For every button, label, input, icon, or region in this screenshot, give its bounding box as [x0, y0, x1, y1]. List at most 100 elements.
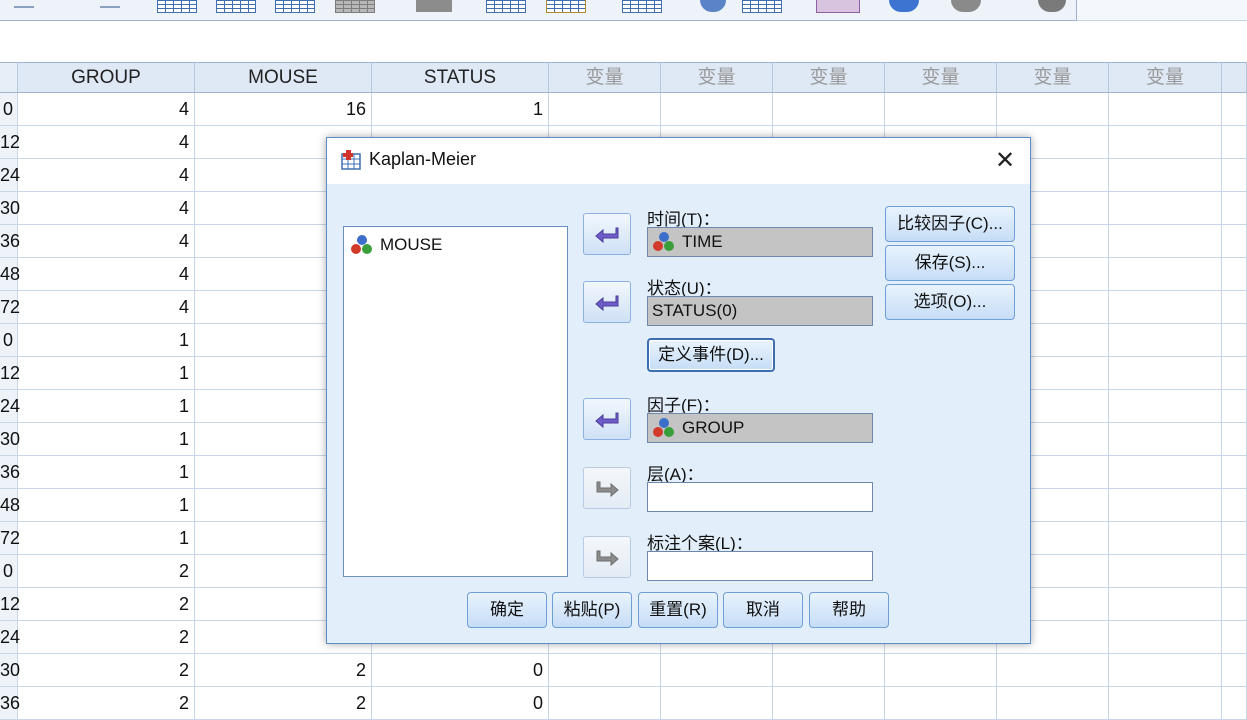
column-header-group[interactable]: GROUP	[18, 62, 195, 93]
row-number-cell[interactable]: 72	[0, 291, 20, 324]
define-event-button[interactable]: 定义事件(D)...	[647, 338, 775, 372]
status-cell[interactable]: 1	[372, 93, 549, 126]
row-number-cell[interactable]: 0	[0, 555, 18, 588]
empty-cell[interactable]	[1109, 555, 1222, 588]
ok-button[interactable]: 确定	[467, 592, 547, 628]
help-button[interactable]: 帮助	[809, 592, 889, 628]
move-to-time-button[interactable]	[583, 213, 631, 255]
empty-cell[interactable]	[1109, 126, 1222, 159]
empty-cell[interactable]	[1222, 225, 1247, 258]
empty-cell[interactable]	[661, 687, 773, 720]
empty-cell[interactable]	[1109, 159, 1222, 192]
factor-field[interactable]: GROUP	[647, 413, 873, 443]
group-cell[interactable]: 4	[18, 258, 195, 291]
weight-cases-icon[interactable]	[416, 0, 452, 12]
select-cases-icon[interactable]	[486, 0, 526, 13]
status-field[interactable]: STATUS(0)	[647, 296, 873, 326]
group-cell[interactable]: 1	[18, 489, 195, 522]
compare-factor-button[interactable]: 比较因子(C)...	[885, 206, 1015, 242]
empty-cell[interactable]	[1222, 159, 1247, 192]
empty-cell[interactable]	[1222, 423, 1247, 456]
empty-cell[interactable]	[661, 654, 773, 687]
empty-cell[interactable]	[1222, 588, 1247, 621]
empty-cell[interactable]	[997, 93, 1109, 126]
paste-button[interactable]: 粘贴(P)	[552, 592, 632, 628]
group-cell[interactable]: 1	[18, 357, 195, 390]
variables-icon[interactable]	[742, 0, 782, 13]
empty-cell[interactable]	[1109, 225, 1222, 258]
column-header-mouse[interactable]: MOUSE	[195, 62, 372, 93]
move-to-status-button[interactable]	[583, 281, 631, 323]
empty-cell[interactable]	[1222, 258, 1247, 291]
empty-cell[interactable]	[1222, 555, 1247, 588]
empty-cell[interactable]	[1222, 324, 1247, 357]
empty-cell[interactable]	[1222, 522, 1247, 555]
row-number-cell[interactable]: 72	[0, 522, 20, 555]
row-number-cell[interactable]: 12	[0, 126, 20, 159]
mouse-cell[interactable]: 16	[195, 93, 372, 126]
row-number-cell[interactable]: 24	[0, 159, 20, 192]
column-header-var[interactable]: 变量	[549, 62, 661, 93]
row-number-cell[interactable]: 24	[0, 390, 20, 423]
column-header-var[interactable]: 变量	[661, 62, 773, 93]
empty-cell[interactable]	[1222, 291, 1247, 324]
group-cell[interactable]: 2	[18, 621, 195, 654]
empty-cell[interactable]	[1109, 423, 1222, 456]
empty-cell[interactable]	[661, 93, 773, 126]
row-number-cell[interactable]: 0	[0, 324, 18, 357]
empty-cell[interactable]	[1222, 390, 1247, 423]
group-cell[interactable]: 4	[18, 126, 195, 159]
strata-field[interactable]	[647, 482, 873, 512]
show-sets-icon[interactable]	[700, 0, 726, 12]
column-header-var[interactable]: 变量	[1109, 62, 1222, 93]
empty-cell[interactable]	[1222, 456, 1247, 489]
empty-cell[interactable]	[1109, 456, 1222, 489]
row-number-cell[interactable]: 30	[0, 192, 20, 225]
group-cell[interactable]: 1	[18, 324, 195, 357]
empty-cell[interactable]	[885, 93, 997, 126]
variable-list[interactable]: MOUSE	[343, 226, 568, 577]
empty-cell[interactable]	[1109, 654, 1222, 687]
empty-cell[interactable]	[1109, 357, 1222, 390]
stop-icon[interactable]	[951, 0, 981, 12]
save-button[interactable]: 保存(S)...	[885, 245, 1015, 281]
empty-cell[interactable]	[1222, 621, 1247, 654]
cancel-button[interactable]: 取消	[723, 592, 803, 628]
group-cell[interactable]: 2	[18, 654, 195, 687]
options-button[interactable]: 选项(O)...	[885, 284, 1015, 320]
row-number-cell[interactable]: 36	[0, 687, 20, 720]
settings-icon[interactable]	[1038, 0, 1066, 12]
minus-icon[interactable]	[14, 0, 34, 8]
column-header-var[interactable]: 变量	[885, 62, 997, 93]
empty-cell[interactable]	[1109, 93, 1222, 126]
row-number-cell[interactable]: 12	[0, 357, 20, 390]
mouse-cell[interactable]: 2	[195, 687, 372, 720]
row-number-cell[interactable]: 48	[0, 258, 20, 291]
empty-cell[interactable]	[1109, 687, 1222, 720]
empty-cell[interactable]	[1222, 654, 1247, 687]
empty-cell[interactable]	[1109, 621, 1222, 654]
group-cell[interactable]: 2	[18, 588, 195, 621]
empty-cell[interactable]	[773, 93, 885, 126]
table-icon[interactable]	[216, 0, 256, 13]
column-header-var[interactable]: 变量	[997, 62, 1109, 93]
row-number-cell[interactable]: 30	[0, 654, 20, 687]
spelling-icon[interactable]	[816, 0, 860, 13]
group-cell[interactable]: 4	[18, 93, 195, 126]
row-number-cell[interactable]: 24	[0, 621, 20, 654]
row-number-cell[interactable]: 30	[0, 423, 20, 456]
group-cell[interactable]: 4	[18, 291, 195, 324]
empty-cell[interactable]	[1109, 324, 1222, 357]
dialog-titlebar[interactable]: Kaplan-Meier ✕	[327, 138, 1030, 184]
label-cases-field[interactable]	[647, 551, 873, 581]
status-cell[interactable]: 0	[372, 654, 549, 687]
empty-cell[interactable]	[773, 654, 885, 687]
empty-cell[interactable]	[997, 654, 1109, 687]
row-number-cell[interactable]: 48	[0, 489, 20, 522]
row-number-cell[interactable]: 0	[0, 93, 18, 126]
empty-cell[interactable]	[1222, 192, 1247, 225]
table-icon[interactable]	[157, 0, 197, 13]
time-field[interactable]: TIME	[647, 227, 873, 257]
group-cell[interactable]: 4	[18, 159, 195, 192]
group-cell[interactable]: 1	[18, 423, 195, 456]
